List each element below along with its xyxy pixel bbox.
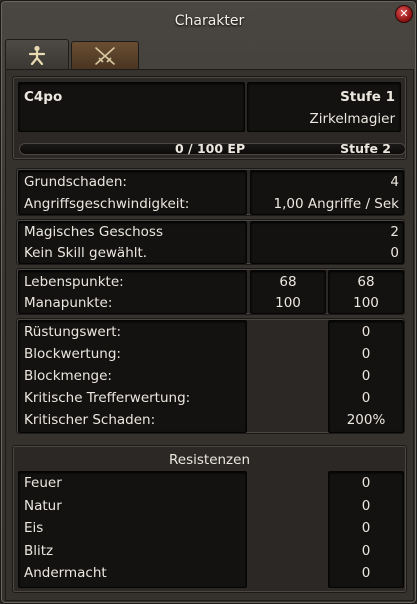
skill-values-cell: 2 0 <box>250 221 404 264</box>
defense-group: Rüstungswert: Blockwertung: Blockmenge: … <box>16 318 405 434</box>
base-damage-value: 4 <box>390 174 399 190</box>
attack-speed-label: Angriffsgeschwindigkeit: <box>24 196 190 212</box>
close-button[interactable]: ✕ <box>395 5 413 23</box>
armor-value: 0 <box>361 324 371 340</box>
resistance-fire-value: 0 <box>361 475 371 491</box>
resistances-group: Resistenzen Feuer Natur Eis Blitz Anderm… <box>12 445 407 593</box>
resistance-values-cell: 0 0 0 0 0 <box>328 471 404 588</box>
mana-current: 100 <box>275 295 301 311</box>
resistance-ice-value: 0 <box>361 520 371 536</box>
block-rating-label: Blockwertung: <box>24 346 121 362</box>
armor-label: Rüstungswert: <box>24 324 122 340</box>
hp-current: 68 <box>279 274 297 290</box>
vitals-group: Lebenspunkte: Manapunkte: 68 100 68 100 <box>16 268 405 315</box>
hp-max: 68 <box>357 274 375 290</box>
defense-values-cell: 0 0 0 0 200% <box>328 320 404 433</box>
skill-group: Magisches Geschoss Kein Skill gewählt. 2… <box>16 219 405 265</box>
xp-text: 0 / 100 EP <box>175 141 246 156</box>
crit-damage-value: 200% <box>346 412 386 428</box>
resistance-othermight-label: Andermacht <box>24 565 107 581</box>
character-window: Charakter ✕ C4po Stufe 1 Zirkelmagier 0 … <box>0 0 417 604</box>
projectile-value: 2 <box>390 224 399 240</box>
tab-skills[interactable] <box>71 41 139 69</box>
resistance-ice-label: Eis <box>24 520 44 536</box>
vitals-current-cell: 68 100 <box>250 270 326 314</box>
vitals-labels-cell: Lebenspunkte: Manapunkte: <box>18 270 247 314</box>
damage-group: Grundschaden: Angriffsgeschwindigkeit: 4… <box>16 168 405 216</box>
resistance-labels-cell: Feuer Natur Eis Blitz Andermacht <box>18 471 247 588</box>
window-title: Charakter <box>174 13 245 29</box>
resistance-nature-value: 0 <box>361 498 371 514</box>
damage-values-cell: 4 1,00 Angriffe / Sek <box>250 170 404 215</box>
mana-max: 100 <box>353 295 379 311</box>
crit-damage-label: Kritischer Schaden: <box>24 412 156 428</box>
base-damage-label: Grundschaden: <box>24 174 127 190</box>
resistance-nature-label: Natur <box>24 498 62 514</box>
person-icon <box>28 45 46 65</box>
xp-bar: 0 / 100 EP Stufe 2 <box>19 141 406 156</box>
class-name: Zirkelmagier <box>309 111 395 127</box>
resistance-lightning-value: 0 <box>361 543 371 559</box>
tab-character[interactable] <box>5 39 69 69</box>
crit-rating-label: Kritische Trefferwertung: <box>24 390 191 406</box>
crit-rating-value: 0 <box>361 390 371 406</box>
vitals-max-cell: 68 100 <box>328 270 404 314</box>
tab-bar <box>5 39 414 69</box>
close-icon: ✕ <box>399 7 409 20</box>
level-label: Stufe 1 <box>340 89 395 105</box>
class-cell: Stufe 1 Zirkelmagier <box>247 82 401 132</box>
crossed-swords-icon <box>95 46 115 65</box>
hp-label: Lebenspunkte: <box>24 274 124 290</box>
next-level: Stufe 2 <box>340 141 391 156</box>
no-skill-label: Kein Skill gewählt. <box>24 245 148 261</box>
skill-labels-cell: Magisches Geschoss Kein Skill gewählt. <box>18 221 247 264</box>
mana-label: Manapunkte: <box>24 295 113 311</box>
no-skill-value: 0 <box>390 245 399 261</box>
block-amount-value: 0 <box>361 368 371 384</box>
resistances-title: Resistenzen <box>169 452 250 468</box>
name-cell: C4po <box>18 82 245 132</box>
block-rating-value: 0 <box>361 346 371 362</box>
attack-speed-value: 1,00 Angriffe / Sek <box>273 196 399 212</box>
resistance-lightning-label: Blitz <box>24 543 54 559</box>
character-name: C4po <box>24 89 63 105</box>
defense-labels-cell: Rüstungswert: Blockwertung: Blockmenge: … <box>18 320 247 433</box>
damage-labels-cell: Grundschaden: Angriffsgeschwindigkeit: <box>18 170 247 215</box>
projectile-label: Magisches Geschoss <box>24 224 163 240</box>
block-amount-label: Blockmenge: <box>24 368 112 384</box>
resistance-fire-label: Feuer <box>24 475 62 491</box>
resistance-othermight-value: 0 <box>361 565 371 581</box>
character-panel: C4po Stufe 1 Zirkelmagier 0 / 100 EP Stu… <box>5 69 414 601</box>
header-group: C4po Stufe 1 Zirkelmagier 0 / 100 EP Stu… <box>12 76 407 160</box>
